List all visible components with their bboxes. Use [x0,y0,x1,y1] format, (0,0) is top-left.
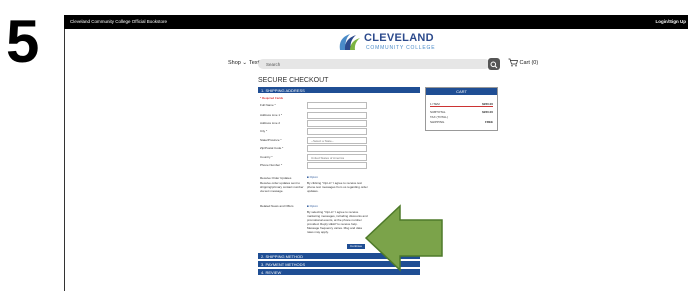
logo-text: CLEVELAND [364,32,434,44]
order-updates-description: Receive order updates sent to shipping/p… [260,181,304,193]
step-shipping-address[interactable]: 1. SHIPPING ADDRESS [258,87,420,93]
address2-input[interactable] [307,120,367,127]
field-label: Full Name * [260,103,276,107]
continue-button[interactable]: Continue [347,244,365,249]
cart-summary: CART 1 ITEM $260.00 SUBTOTAL $260.00 TAX (… [425,87,498,131]
order-updates-checkbox[interactable]: ■ Opt-in [307,175,318,179]
news-offers-label: Related News and Offers [260,204,294,208]
field-label: Address Line 1 * [260,113,283,117]
field-label: Zip/Postal Code * [260,146,284,150]
full-name-input[interactable] [307,102,367,109]
zip-input[interactable] [307,145,367,152]
cart-link[interactable]: Cart (0) [508,58,538,67]
chevron-down-icon: ⌄ [242,60,247,66]
step-number: 5 [6,8,40,75]
order-updates-text: By clicking "Opt-in" I agree to receive … [307,181,368,193]
cart-divider [430,106,493,107]
cart-title: CART [426,88,497,95]
login-link[interactable]: Login/Sign Up [656,19,687,24]
store-name: Cleveland Community College Official Boo… [70,19,167,24]
cart-row: SUBTOTAL $260.00 [430,110,493,114]
address1-input[interactable] [307,112,367,119]
search-button[interactable] [488,58,500,70]
field-label: Address Line 2 [260,121,281,125]
logo-subtext: COMMUNITY COLLEGE [366,45,436,51]
state-select[interactable]: --Select a State-- [307,137,367,144]
field-label: Phone Number * [260,163,283,167]
order-updates-label: Receive Order Updates [260,176,292,180]
city-input[interactable] [307,128,367,135]
search-input[interactable]: Search [258,59,490,69]
cart-icon [508,58,518,67]
search-icon [490,61,498,69]
required-note: * Required Fields [260,96,284,100]
top-bar: Cleveland Community College Official Boo… [64,15,688,29]
phone-input[interactable] [307,162,367,169]
logo-swoosh-icon [339,34,360,50]
pointer-arrow-icon [364,204,443,272]
news-offers-text: By selecting "Opt-in" I agree to receive… [307,210,368,234]
cart-row: SHIPPING FREE [430,120,493,124]
field-label: State/Province * [260,138,282,142]
checkout-title: SECURE CHECKOUT [258,77,329,84]
news-offers-checkbox[interactable]: ■ Opt-in [307,204,318,208]
cart-row: TAX (TOTAL) [430,115,448,119]
country-select[interactable]: United States of America [307,154,367,161]
field-label: Country * [260,155,273,159]
field-label: City * [260,129,268,133]
college-logo[interactable]: CLEVELAND COMMUNITY COLLEGE [336,30,446,56]
shop-menu[interactable]: Shop ⌄ [228,60,247,66]
